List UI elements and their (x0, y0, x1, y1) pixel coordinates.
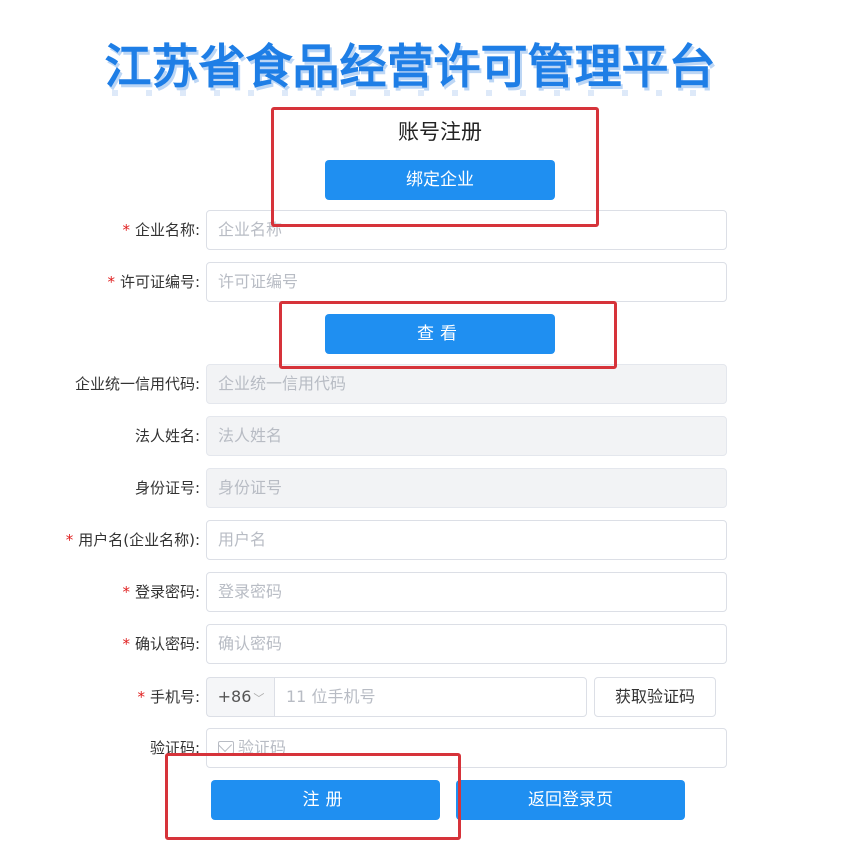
company-name-label: * 企业名称: (122, 221, 200, 239)
legal-person-input: 法人姓名 (206, 416, 727, 456)
id-number-input: 身份证号 (206, 468, 727, 508)
field-row-confirm-password: * 确认密码: 确认密码 (0, 624, 866, 664)
banner-decoration (112, 90, 712, 96)
phone-input[interactable]: 11 位手机号 (274, 677, 587, 717)
credit-code-input: 企业统一信用代码 (206, 364, 727, 404)
field-row-phone: * 手机号: +86 ﹀ 11 位手机号 获取验证码 (0, 677, 866, 717)
field-row-license-number: * 许可证编号: 许可证编号 (0, 262, 866, 302)
country-code-select[interactable]: +86 ﹀ (206, 677, 275, 717)
required-marker: * (122, 583, 130, 601)
license-number-label: * 许可证编号: (107, 273, 200, 291)
credit-code-label: 企业统一信用代码: (74, 375, 200, 393)
field-row-password: * 登录密码: 登录密码 (0, 572, 866, 612)
platform-banner: 江苏省食品经营许可管理平台 (104, 24, 716, 96)
id-number-label: 身份证号: (134, 479, 200, 497)
chevron-down-icon: ﹀ (253, 692, 265, 705)
field-row-username: * 用户名(企业名称): 用户名 (0, 520, 866, 560)
field-row-legal-person: 法人姓名: 法人姓名 (0, 416, 866, 456)
required-marker: * (107, 273, 115, 291)
highlight-box-view (279, 301, 617, 369)
confirm-password-label: * 确认密码: (122, 635, 200, 653)
required-marker: * (122, 221, 130, 239)
field-row-credit-code: 企业统一信用代码: 企业统一信用代码 (0, 364, 866, 404)
password-label: * 登录密码: (122, 583, 200, 601)
field-row-id-number: 身份证号: 身份证号 (0, 468, 866, 508)
required-marker: * (122, 635, 130, 653)
highlight-box-bind (271, 107, 599, 227)
back-to-login-button[interactable]: 返回登录页 (456, 780, 685, 820)
required-marker: * (65, 531, 74, 549)
required-marker: * (137, 688, 145, 706)
confirm-password-input[interactable]: 确认密码 (206, 624, 727, 664)
legal-person-label: 法人姓名: (134, 427, 200, 445)
highlight-box-register (165, 753, 461, 840)
get-code-button[interactable]: 获取验证码 (594, 677, 716, 717)
username-label: * 用户名(企业名称): (65, 531, 200, 549)
license-number-input[interactable]: 许可证编号 (206, 262, 727, 302)
platform-title: 江苏省食品经营许可管理平台 (104, 40, 716, 95)
phone-label: * 手机号: (137, 688, 200, 706)
username-input[interactable]: 用户名 (206, 520, 727, 560)
password-input[interactable]: 登录密码 (206, 572, 727, 612)
